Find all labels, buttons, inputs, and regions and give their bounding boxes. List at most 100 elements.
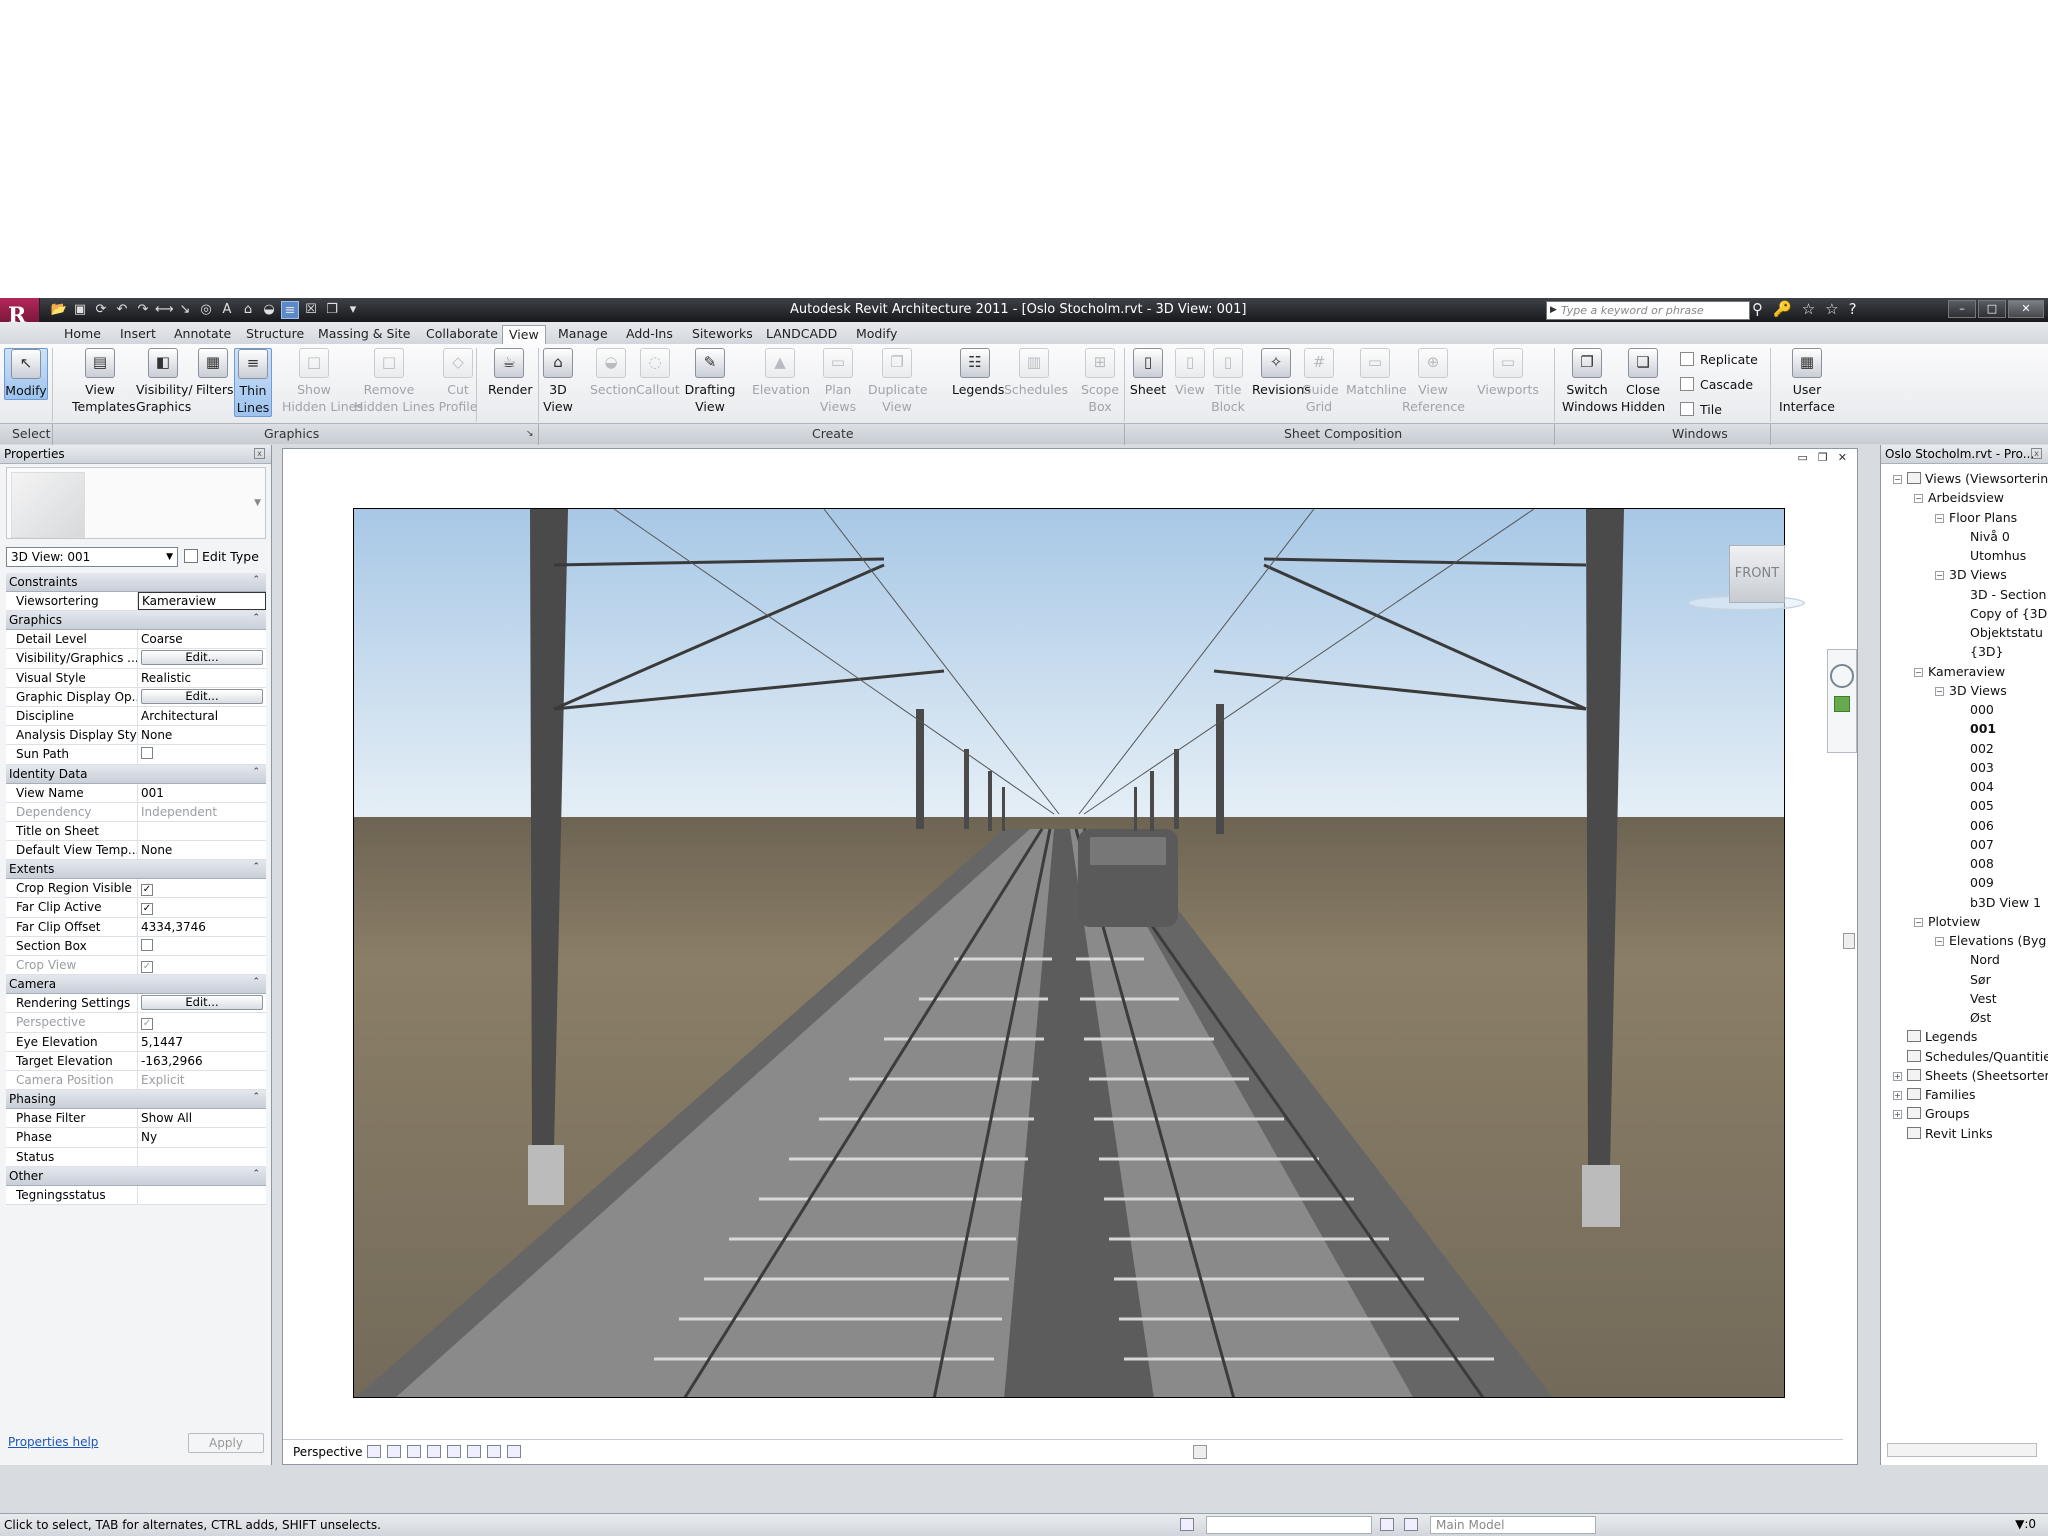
thin-lines-qat-icon[interactable]: ≡ xyxy=(281,301,299,319)
favorites-icon[interactable]: ☆ xyxy=(1825,300,1838,318)
checkbox[interactable]: ✓ xyxy=(141,884,153,897)
browser-node[interactable]: Sør xyxy=(1970,972,1991,987)
cut-profile-button[interactable]: ◇ Cut Profile xyxy=(436,348,480,415)
tab-insert[interactable]: Insert xyxy=(114,325,162,344)
replicate-button[interactable]: Replicate xyxy=(1680,352,1758,367)
property-group-other[interactable]: Other ⌃ xyxy=(6,1166,266,1186)
default-3d-view-icon[interactable]: ⌂ xyxy=(239,301,257,319)
panel-label-graphics[interactable]: Graphics xyxy=(264,426,319,441)
property-group-graphics[interactable]: Graphics ⌃ xyxy=(6,611,266,631)
subscription-icon[interactable]: 🔑 xyxy=(1773,300,1792,318)
close-hidden-button[interactable]: ❏ Close Hidden xyxy=(1620,348,1666,415)
minimize-view-icon[interactable]: ▭ xyxy=(1798,451,1808,464)
collapse-icon[interactable]: − xyxy=(1914,917,1923,927)
search-expand-icon[interactable]: ▶ xyxy=(1550,305,1557,315)
browser-node[interactable]: 001 xyxy=(1970,721,1996,736)
checkbox[interactable] xyxy=(141,938,153,951)
property-value[interactable]: None xyxy=(138,726,266,744)
browser-node[interactable]: −3D Views xyxy=(1935,567,2007,582)
collapse-icon[interactable]: ⌃ xyxy=(252,767,260,777)
property-value[interactable]: Edit... xyxy=(138,994,266,1012)
browser-node[interactable]: Schedules/Quantitie xyxy=(1907,1049,2048,1064)
property-value[interactable]: -163,2966 xyxy=(138,1052,266,1070)
browser-node[interactable]: b3D View 1 xyxy=(1970,895,2041,910)
title-block-button[interactable]: ▯ Title Block xyxy=(1210,348,1246,415)
browser-node[interactable]: Legends xyxy=(1907,1029,1977,1044)
browser-node[interactable]: + Families xyxy=(1893,1087,1976,1102)
sheet-button[interactable]: ▯ Sheet xyxy=(1128,348,1168,398)
restore-view-icon[interactable]: ❐ xyxy=(1818,451,1828,464)
browser-node[interactable]: 008 xyxy=(1970,856,1994,871)
type-selector[interactable]: 3D View: 001 ▼ xyxy=(6,547,178,567)
browser-node[interactable]: Revit Links xyxy=(1907,1126,1993,1141)
collapse-icon[interactable]: − xyxy=(1935,686,1944,696)
sync-icon[interactable]: ⟳ xyxy=(92,301,110,319)
property-group-extents[interactable]: Extents ⌃ xyxy=(6,860,266,880)
visual-style-icon[interactable] xyxy=(387,1445,401,1458)
measure-icon[interactable]: ⟷ xyxy=(155,301,174,319)
viewcube-face[interactable]: FRONT xyxy=(1729,545,1785,603)
customize-qat-icon[interactable]: ▾ xyxy=(344,301,362,319)
browser-node[interactable]: − Arbeidsview xyxy=(1914,490,2004,505)
property-value[interactable]: Ny xyxy=(138,1128,266,1146)
binoculars-icon[interactable]: ⚲ xyxy=(1752,300,1763,318)
apply-button[interactable]: Apply xyxy=(188,1433,264,1453)
worksets-icon[interactable] xyxy=(1180,1518,1194,1531)
collapse-icon[interactable]: ⌃ xyxy=(252,1169,260,1179)
schedules-button[interactable]: ▥ Schedules xyxy=(1004,348,1068,398)
property-value[interactable]: Architectural xyxy=(138,707,266,725)
vertical-scroll-thumb[interactable] xyxy=(1843,933,1855,949)
render-button[interactable]: ☕ Render xyxy=(488,348,533,398)
browser-node[interactable]: 009 xyxy=(1970,875,1994,890)
edit-button[interactable]: Edit... xyxy=(141,688,263,704)
tab-collaborate[interactable]: Collaborate xyxy=(420,325,504,344)
dimension-icon[interactable]: ↘ xyxy=(176,301,194,319)
browser-node[interactable]: {3D} xyxy=(1970,644,2003,659)
property-group-camera[interactable]: Camera ⌃ xyxy=(6,975,266,995)
expand-icon[interactable]: + xyxy=(1893,1110,1902,1120)
collapse-icon[interactable]: − xyxy=(1914,667,1923,677)
scope-box-button[interactable]: ⊞ Scope Box xyxy=(1078,348,1122,415)
sun-path-icon[interactable] xyxy=(407,1445,421,1458)
chevron-down-icon[interactable]: ▼ xyxy=(254,498,261,508)
view-reference-button[interactable]: ⊕ View Reference xyxy=(1402,348,1465,415)
text-icon[interactable]: A xyxy=(218,301,236,319)
switch-windows-button[interactable]: ❐ Switch Windows xyxy=(1562,348,1618,415)
legends-button[interactable]: ☷ Legends xyxy=(952,348,1004,398)
help-icon[interactable]: ? xyxy=(1849,300,1857,318)
tab-modify[interactable]: Modify xyxy=(850,325,903,344)
crop-view-icon[interactable] xyxy=(447,1445,461,1458)
browser-node[interactable]: − Elevations (Byg xyxy=(1935,933,2046,948)
visibility-graphics-button[interactable]: ◧ Visibility/Graphics xyxy=(136,348,193,415)
edit-button[interactable]: Edit... xyxy=(141,650,263,666)
browser-node[interactable]: Nivå 0 xyxy=(1970,529,2010,544)
browser-node[interactable]: 007 xyxy=(1970,837,1994,852)
property-value[interactable]: Coarse xyxy=(138,630,266,648)
collapse-icon[interactable]: ⌃ xyxy=(252,1092,260,1102)
panel-label-sheet-composition[interactable]: Sheet Composition xyxy=(1284,426,1402,441)
browser-node[interactable]: Objektstatu xyxy=(1970,625,2043,640)
tab-massing-site[interactable]: Massing & Site xyxy=(312,325,417,344)
property-value[interactable]: 001 xyxy=(138,784,266,802)
remove-hidden-lines-button[interactable]: □ Remove Hidden Lines xyxy=(354,348,435,415)
view-projection-label[interactable]: Perspective xyxy=(293,1445,363,1459)
collapse-icon[interactable]: ⌃ xyxy=(252,613,260,623)
browser-node[interactable]: 006 xyxy=(1970,818,1994,833)
tab-structure[interactable]: Structure xyxy=(240,325,310,344)
properties-help-link[interactable]: Properties help xyxy=(8,1435,98,1449)
browser-horizontal-scrollbar[interactable] xyxy=(1887,1443,2037,1457)
thin-lines-button[interactable]: ≡ Thin Lines xyxy=(234,348,272,417)
minimize-icon[interactable]: – xyxy=(1948,300,1976,318)
cascade-button[interactable]: Cascade xyxy=(1680,377,1753,392)
browser-node[interactable]: 002 xyxy=(1970,741,1994,756)
tab-siteworks[interactable]: Siteworks xyxy=(686,325,759,344)
filters-button[interactable]: ▦ Filters xyxy=(196,348,233,398)
panel-label-create[interactable]: Create xyxy=(812,426,854,441)
open-icon[interactable]: 📂 xyxy=(50,301,68,319)
browser-node[interactable]: −3D Views xyxy=(1935,683,2007,698)
matchline-button[interactable]: ▭ Matchline xyxy=(1346,348,1407,398)
browser-node[interactable]: + Sheets (Sheetsorteri xyxy=(1893,1068,2048,1083)
collapse-icon[interactable]: − xyxy=(1893,475,1902,484)
property-value[interactable]: ✓ xyxy=(138,898,266,916)
3d-view-button[interactable]: ⌂ 3D View xyxy=(540,348,576,415)
